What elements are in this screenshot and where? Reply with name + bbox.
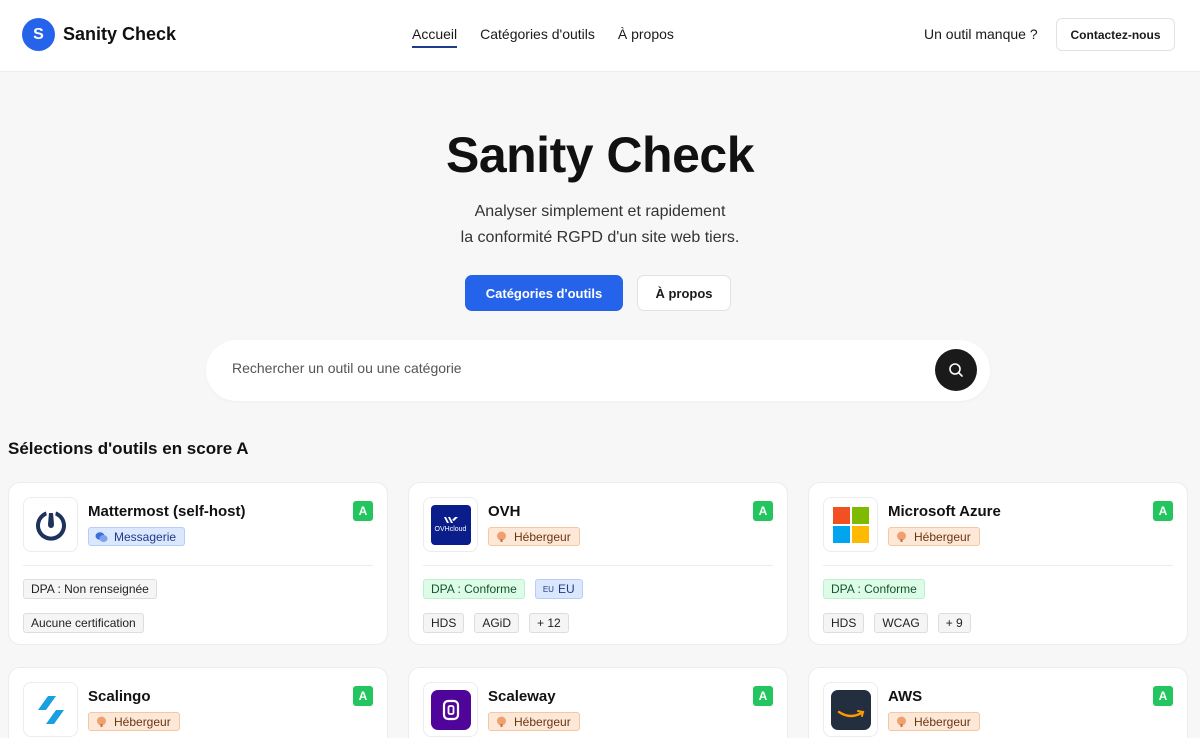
chat-bubbles-icon: [95, 531, 108, 542]
tool-name: Mattermost (self-host): [88, 503, 246, 520]
ovhcloud-logo: OVHcloud: [423, 497, 478, 552]
nav-about[interactable]: À propos: [618, 26, 674, 48]
nav-categories[interactable]: Catégories d'outils: [480, 26, 595, 48]
brand-link[interactable]: S Sanity Check: [22, 18, 176, 51]
category-badge[interactable]: Messagerie: [88, 527, 186, 546]
tool-card[interactable]: OVHcloud OVH Hébergeur A DPA : Conforme …: [408, 482, 788, 645]
card-divider: [823, 565, 1173, 566]
score-badge: A: [353, 501, 373, 521]
missing-tool-link[interactable]: Un outil manque ?: [924, 26, 1038, 42]
server-icon: [497, 531, 506, 542]
dpa-chip: DPA : Conforme: [823, 579, 925, 599]
certification-chip: HDS: [423, 613, 465, 633]
brand-name: Sanity Check: [63, 24, 177, 44]
search-icon: [949, 363, 963, 377]
scalingo-logo: [23, 682, 78, 737]
tool-card[interactable]: AWS Hébergeur A: [808, 667, 1188, 738]
category-badge[interactable]: Hébergeur: [88, 712, 180, 731]
hero-title: Sanity Check: [445, 127, 755, 183]
site-header: S Sanity Check Accueil Catégories d'outi…: [0, 0, 1200, 72]
compliance-chips: DPA : Conforme EU EU: [423, 579, 583, 599]
certification-chip: Aucune certification: [23, 613, 144, 633]
certification-chip: WCAG: [874, 613, 928, 633]
section-title: Sélections d'outils en score A: [8, 439, 249, 458]
tool-card[interactable]: Scaleway Hébergeur A: [408, 667, 788, 738]
categories-button[interactable]: Catégories d'outils: [465, 275, 623, 311]
tool-name: AWS: [888, 688, 923, 705]
dpa-chip: DPA : Non renseignée: [23, 579, 157, 599]
tool-name: Microsoft Azure: [888, 503, 1001, 520]
eu-chip: EU EU: [534, 579, 583, 599]
category-label: Hébergeur: [514, 529, 571, 544]
more-certifications-chip[interactable]: + 12: [529, 613, 569, 633]
main-nav: Accueil Catégories d'outils À propos: [412, 26, 674, 48]
compliance-chips: DPA : Conforme: [823, 579, 925, 599]
hero-subtitle-line-1: Analyser simplement et rapidement: [474, 203, 726, 220]
tool-card[interactable]: Mattermost (self-host) Messagerie A DPA …: [8, 482, 388, 645]
eu-flag-icon: EU: [542, 584, 554, 594]
category-label: Hébergeur: [914, 529, 971, 544]
score-badge: A: [353, 686, 373, 706]
microsoft-logo: [823, 497, 878, 552]
score-badge: A: [753, 501, 773, 521]
card-divider: [423, 565, 773, 566]
certification-chip: HDS: [823, 613, 865, 633]
search-button[interactable]: [935, 349, 977, 391]
hero-subtitle: Analyser simplement et rapidement la con…: [0, 199, 1200, 251]
about-button[interactable]: À propos: [637, 275, 731, 311]
score-badge: A: [1153, 501, 1173, 521]
aws-logo: [823, 682, 878, 737]
scaleway-logo: [423, 682, 478, 737]
ovh-mark-icon: [443, 517, 458, 523]
tool-card[interactable]: Scalingo Hébergeur A: [8, 667, 388, 738]
tool-name: Scalingo: [88, 688, 151, 705]
category-badge[interactable]: Hébergeur: [888, 527, 980, 546]
certification-chip: AGiD: [474, 613, 520, 633]
category-badge[interactable]: Hébergeur: [488, 712, 580, 731]
category-badge[interactable]: Hébergeur: [888, 712, 980, 731]
mattermost-logo: [23, 497, 78, 552]
certification-chips: HDS WCAG + 9: [823, 613, 971, 633]
contact-button[interactable]: Contactez-nous: [1056, 18, 1175, 51]
certification-chips: HDS AGiD + 12: [423, 613, 569, 633]
search-bar: [206, 340, 990, 401]
category-label: Hébergeur: [114, 714, 171, 729]
server-icon: [497, 716, 506, 727]
tool-card[interactable]: Microsoft Azure Hébergeur A DPA : Confor…: [808, 482, 1188, 645]
category-badge[interactable]: Hébergeur: [488, 527, 580, 546]
brand-logo: S: [22, 18, 55, 51]
category-label: Hébergeur: [914, 714, 971, 729]
card-divider: [23, 565, 373, 566]
ovhcloud-logo-text: OVHcloud: [434, 526, 467, 533]
search-input[interactable]: [232, 360, 912, 376]
server-icon: [97, 716, 106, 727]
dpa-chip: DPA : Conforme: [423, 579, 525, 599]
category-label: Hébergeur: [514, 714, 571, 729]
certification-chips: Aucune certification: [23, 613, 144, 633]
more-certifications-chip[interactable]: + 9: [937, 613, 971, 633]
hero-subtitle-line-2: la conformité RGPD d'un site web tiers.: [460, 229, 740, 246]
compliance-chips: DPA : Non renseignée: [23, 579, 157, 599]
score-badge: A: [1153, 686, 1173, 706]
tool-name: Scaleway: [488, 688, 556, 705]
nav-home[interactable]: Accueil: [412, 26, 458, 48]
tool-name: OVH: [488, 503, 521, 520]
server-icon: [897, 716, 906, 727]
score-badge: A: [753, 686, 773, 706]
category-label: Messagerie: [114, 529, 177, 544]
eu-label: EU: [557, 582, 575, 596]
server-icon: [897, 531, 906, 542]
